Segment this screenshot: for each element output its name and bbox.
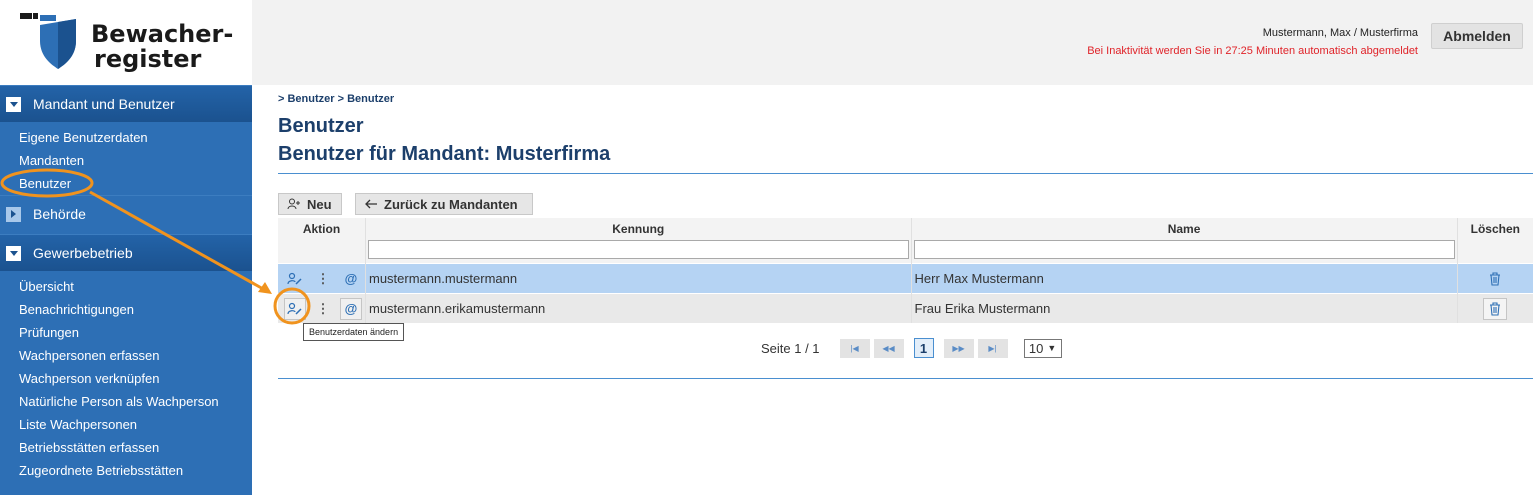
page-title: Benutzer [278, 115, 364, 137]
next-page-icon[interactable]: ▶▶ [943, 338, 974, 358]
sidebar-item-mandanten[interactable]: Mandanten [0, 149, 252, 172]
inactivity-warning: Bei Inaktivität werden Sie in 27:25 Minu… [1087, 45, 1418, 57]
col-header-action: Aktion [278, 218, 366, 238]
filter-cell-name [911, 238, 1458, 264]
sidebar-section-gewerbebetrieb[interactable]: Gewerbebetrieb [0, 234, 252, 271]
sidebar-item-benutzer[interactable]: Benutzer [0, 172, 252, 195]
name-cell: Herr Max Mustermann [911, 263, 1458, 294]
page-size-value: 10 [1028, 340, 1044, 356]
col-header-kennung[interactable]: Kennung [365, 218, 912, 238]
sidebar-item-wachpersonen-erfassen[interactable]: Wachpersonen erfassen [0, 344, 252, 367]
section-label: Gewerbebetrieb [33, 245, 133, 261]
new-user-button[interactable]: Neu [278, 193, 342, 215]
user-info: Mustermann, Max / Musterfirma [1262, 27, 1418, 39]
at-icon[interactable]: @ [340, 268, 362, 290]
kebab-icon[interactable]: ⋮ [312, 268, 334, 290]
chevron-down-icon: ▼ [1047, 343, 1057, 353]
table-row[interactable]: ⋮ @ mustermann.mustermann Herr Max Muste… [278, 263, 1533, 294]
edit-user-icon[interactable] [284, 268, 306, 290]
shield-logo-icon [20, 13, 76, 69]
sidebar-item-eigene-benutzerdaten[interactable]: Eigene Benutzerdaten [0, 126, 252, 149]
tooltip: Benutzerdaten ändern [303, 323, 405, 341]
new-label: Neu [307, 196, 332, 212]
page-number-button[interactable]: 1 [913, 338, 934, 358]
section-label: Behörde [33, 206, 86, 222]
filter-cell-empty [1457, 238, 1533, 264]
section-label: Mandant und Benutzer [33, 96, 175, 112]
table-row[interactable]: ⋮ @ mustermann.erikamustermann Frau Erik… [278, 293, 1533, 323]
name-cell: Frau Erika Mustermann [911, 293, 1458, 323]
logo-line-2: register [94, 45, 202, 73]
prev-page-icon[interactable]: ◀◀ [873, 338, 904, 358]
kennung-filter-input[interactable] [368, 239, 909, 259]
name-filter-input[interactable] [913, 239, 1455, 259]
trash-icon[interactable] [1483, 297, 1508, 320]
last-page-icon[interactable]: ▶| [977, 338, 1008, 358]
collapse-toggle-icon [6, 245, 21, 261]
arrow-left-icon [365, 199, 377, 209]
logo-text: Bewacher- register [91, 22, 233, 72]
sidebar-section-behoerde[interactable]: Behörde [0, 195, 252, 232]
annotation-arrowhead [258, 282, 272, 294]
pagination: Seite 1 / 1 |◀ ◀◀ 1 ▶▶ ▶| 10 ▼ [761, 338, 1062, 358]
filter-cell-kennung [365, 238, 912, 264]
sidebar-item-benachrichtigungen[interactable]: Benachrichtigungen [0, 298, 252, 321]
logout-button[interactable]: Abmelden [1431, 23, 1523, 49]
first-page-icon[interactable]: |◀ [839, 338, 870, 358]
kennung-cell: mustermann.mustermann [365, 263, 912, 294]
sidebar-item-zugeordnete-betriebsstaetten[interactable]: Zugeordnete Betriebsstätten [0, 459, 252, 482]
sidebar-item-betriebsstaetten-erfassen[interactable]: Betriebsstätten erfassen [0, 436, 252, 459]
sidebar-section-mandant[interactable]: Mandant und Benutzer [0, 85, 252, 122]
header: Mustermann, Max / Musterfirma Bei Inakti… [252, 0, 1533, 85]
trash-icon[interactable] [1483, 268, 1507, 290]
divider [278, 173, 1533, 174]
delete-cell [1457, 263, 1533, 294]
col-header-delete: Löschen [1457, 218, 1533, 238]
add-user-icon [287, 198, 300, 210]
sidebar-item-pruefungen[interactable]: Prüfungen [0, 321, 252, 344]
page-subtitle: Benutzer für Mandant: Musterfirma [278, 143, 611, 165]
back-to-mandanten-button[interactable]: Zurück zu Mandanten [355, 193, 533, 215]
kebab-icon[interactable]: ⋮ [312, 298, 334, 320]
action-cell: ⋮ @ [278, 263, 366, 294]
delete-cell [1457, 293, 1533, 323]
col-header-name[interactable]: Name [911, 218, 1458, 238]
logo-line-1: Bewacher- [91, 20, 234, 48]
filter-cell-empty [278, 238, 366, 264]
sidebar-item-wachperson-verknuepfen[interactable]: Wachperson verknüpfen [0, 367, 252, 390]
at-icon[interactable]: @ [340, 297, 362, 320]
breadcrumb[interactable]: > Benutzer > Benutzer [278, 93, 394, 105]
logo[interactable]: Bewacher- register [0, 0, 252, 85]
action-cell: ⋮ @ [278, 293, 366, 323]
user-table: Aktion Kennung Name Löschen ⋮ @ musterma… [278, 218, 1533, 323]
expand-toggle-icon [6, 206, 21, 222]
divider [278, 378, 1533, 379]
page-info: Seite 1 / 1 [761, 340, 820, 356]
sidebar-item-uebersicht[interactable]: Übersicht [0, 275, 252, 298]
edit-user-icon[interactable] [284, 297, 306, 320]
collapse-toggle-icon [6, 96, 21, 112]
sidebar-item-liste-wachpersonen[interactable]: Liste Wachpersonen [0, 413, 252, 436]
sidebar: Bewacher- register Mandant und Benutzer … [0, 0, 252, 495]
kennung-cell: mustermann.erikamustermann [365, 293, 912, 323]
sidebar-item-natuerliche-person[interactable]: Natürliche Person als Wachperson [0, 390, 252, 413]
page-size-select[interactable]: 10 ▼ [1023, 338, 1062, 358]
back-label: Zurück zu Mandanten [384, 196, 518, 212]
